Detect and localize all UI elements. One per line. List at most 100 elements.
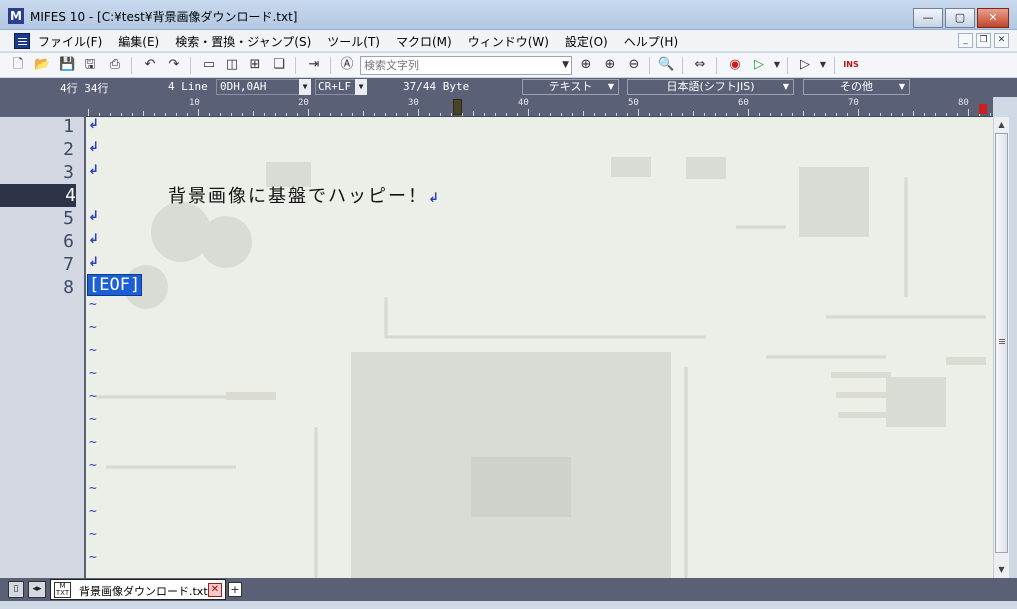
ruler-tick	[440, 113, 441, 116]
menu-edit[interactable]: 編集(E)	[118, 33, 159, 50]
tab-active-document[interactable]: M TXT 背景画像ダウンロード.txt ✕	[50, 579, 226, 600]
menu-settings[interactable]: 設定(O)	[565, 33, 608, 50]
app-icon[interactable]: M	[8, 8, 24, 24]
vertical-scrollbar[interactable]: ▲ ▼	[993, 117, 1009, 578]
search-clear-icon[interactable]: ⊖	[626, 57, 642, 73]
ruler-mark: 60	[738, 98, 749, 108]
ruler-tick	[737, 113, 738, 116]
line-number: 2	[63, 139, 74, 160]
tab-close-icon[interactable]: ✕	[208, 583, 222, 597]
text-line: ↲	[88, 163, 99, 186]
column-ruler[interactable]: 10 20 30 40 50 60 70 80	[86, 97, 993, 117]
encoding-dropdown[interactable]: 日本語(シフトJIS) ▼	[627, 79, 794, 95]
tab-label: 背景画像ダウンロード.txt	[79, 585, 208, 598]
run-dropdown-icon[interactable]: ▼	[815, 57, 831, 73]
other-dropdown[interactable]: その他 ▼	[803, 79, 910, 95]
ruler-tick	[814, 113, 815, 116]
empty-line-tilde: ~	[89, 343, 97, 358]
ruler-tick	[165, 113, 166, 116]
menu-search[interactable]: 検索・置換・ジャンプ(S)	[175, 33, 311, 50]
right-margin-marker[interactable]	[979, 104, 987, 114]
menu-tools[interactable]: ツール(T)	[327, 33, 380, 50]
open-folder-icon[interactable]: 📂	[34, 57, 50, 73]
empty-line-tilde: ~	[89, 458, 97, 473]
newline-mark: ↲	[88, 232, 99, 247]
ruler-tick	[781, 113, 782, 116]
search-next-icon[interactable]: ⊕	[578, 57, 594, 73]
eol-code-field[interactable]: 0DH,0AH ▼	[216, 79, 311, 95]
ruler-mark: 40	[518, 98, 529, 108]
title-bar: M MIFES 10 - [C:¥test¥背景画像ダウンロード.txt] — …	[0, 0, 1017, 30]
tab-scroll-icon[interactable]: ◂▸	[28, 581, 46, 598]
grep-icon[interactable]: 🔍	[658, 57, 674, 73]
ruler-cursor-marker	[453, 99, 462, 115]
line-number: 6	[63, 231, 74, 252]
eol-type-dropdown-icon[interactable]: ▼	[355, 79, 367, 95]
ruler-tick	[385, 113, 386, 116]
split-vertical-icon[interactable]: ◫	[224, 57, 240, 73]
ruler-tick	[627, 113, 628, 116]
eol-type-field[interactable]: CR+LF ▼	[315, 79, 367, 95]
insert-mode-icon[interactable]: INS	[843, 57, 859, 73]
document-menu-icon[interactable]	[14, 33, 30, 49]
tab-list-icon[interactable]: ▯	[8, 581, 24, 598]
eof-marker: [EOF]	[87, 274, 143, 296]
save-all-icon[interactable]: 🖫	[82, 57, 98, 73]
scroll-up-icon[interactable]: ▲	[994, 117, 1009, 132]
record-macro-icon[interactable]: ◉	[727, 57, 743, 73]
menu-window[interactable]: ウィンドウ(W)	[468, 33, 549, 50]
chevron-down-icon: ▼	[898, 82, 905, 91]
mdi-restore-button[interactable]: ❐	[976, 33, 991, 48]
ruler-tick	[539, 113, 540, 116]
ruler-tick	[319, 113, 320, 116]
ruler-mark: 10	[189, 98, 200, 108]
search-field[interactable]: ▼	[360, 56, 572, 75]
ruler-tick	[264, 113, 265, 116]
line-number: 1	[63, 116, 74, 137]
window-stack-icon[interactable]: ❏	[271, 57, 287, 73]
search-input[interactable]	[361, 57, 557, 74]
ruler-tick	[825, 113, 826, 116]
ruler-tick	[792, 113, 793, 116]
ruler-tick	[935, 113, 936, 116]
chevron-down-icon: ▼	[782, 82, 789, 91]
ruler-mark: 50	[628, 98, 639, 108]
ruler-tick	[473, 111, 474, 116]
close-button[interactable]: ✕	[977, 8, 1009, 28]
ruler-tick	[748, 109, 749, 116]
mdi-close-button[interactable]: ✕	[994, 33, 1009, 48]
search-icon[interactable]: Ⓐ	[339, 57, 355, 73]
search-prev-icon[interactable]: ⊕	[602, 57, 618, 73]
play-macro-dropdown-icon[interactable]: ▼	[769, 57, 785, 73]
mdi-minimize-button[interactable]: _	[958, 33, 973, 48]
ruler-tick	[968, 109, 969, 116]
ruler-tick	[902, 113, 903, 116]
menu-macro[interactable]: マクロ(M)	[396, 33, 452, 50]
minimize-button[interactable]: —	[913, 8, 943, 28]
file-mode-dropdown[interactable]: テキスト ▼	[522, 79, 619, 95]
scrollbar-thumb[interactable]	[995, 133, 1008, 553]
play-macro-icon[interactable]: ▷	[751, 57, 767, 73]
ruler-left-cap	[0, 97, 86, 117]
split-none-icon[interactable]: ▭	[201, 57, 217, 73]
new-tab-icon[interactable]: +	[228, 582, 242, 597]
menu-file[interactable]: ファイル(F)	[38, 33, 102, 50]
compare-icon[interactable]: ⇔	[692, 57, 708, 73]
text-file-icon: M TXT	[54, 582, 71, 598]
new-file-icon[interactable]: 🗋	[10, 57, 26, 73]
scroll-down-icon[interactable]: ▼	[994, 562, 1009, 577]
run-icon[interactable]: ▷	[797, 57, 813, 73]
save-icon[interactable]: 💾	[59, 57, 75, 73]
jump-icon[interactable]: ⇥	[306, 57, 322, 73]
undo-icon[interactable]: ↶	[142, 57, 158, 73]
split-four-icon[interactable]: ⊞	[247, 57, 263, 73]
menu-help[interactable]: ヘルプ(H)	[624, 33, 678, 50]
print-icon[interactable]: ⎙	[107, 57, 123, 73]
redo-icon[interactable]: ↷	[166, 57, 182, 73]
line-number-gutter[interactable]: 1 2 3 4 5 6 7 8	[0, 116, 86, 578]
maximize-button[interactable]: ▢	[945, 8, 975, 28]
search-history-dropdown-icon[interactable]: ▼	[562, 60, 569, 70]
text-editor[interactable]: ↲ ↲ ↲ 背景画像に基盤でハッピー！↲ ↲ ↲ ↲ [EOF] ~ ~ ~ ~…	[86, 117, 993, 578]
eol-code-dropdown-icon[interactable]: ▼	[299, 79, 311, 95]
ruler-tick	[803, 111, 804, 116]
